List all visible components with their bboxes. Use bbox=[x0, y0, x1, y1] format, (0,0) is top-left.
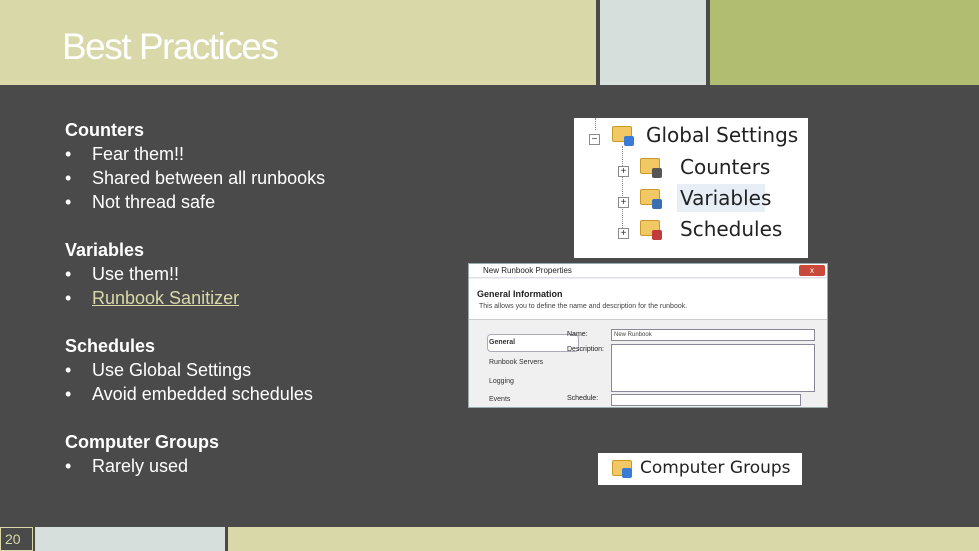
list-item: • Use them!! bbox=[65, 264, 180, 284]
dialog-nav: General Runbook Servers Logging Events bbox=[483, 328, 579, 407]
checkmark-icon bbox=[624, 136, 634, 146]
list-item: • Runbook Sanitizer bbox=[65, 288, 240, 308]
dialog-title-bar: New Runbook Properties bbox=[469, 264, 827, 278]
computer-groups-section: Computer Groups • Rarely used bbox=[65, 430, 219, 478]
expand-toggle[interactable]: + bbox=[618, 166, 629, 177]
section-heading: Counters bbox=[65, 120, 145, 140]
dialog-header-description: This allows you to define the name and d… bbox=[479, 303, 688, 310]
nav-item-general[interactable]: General bbox=[489, 339, 515, 346]
runbook-sanitizer-link[interactable]: Runbook Sanitizer bbox=[92, 288, 239, 308]
list-item: • Fear them!! bbox=[65, 144, 185, 164]
header-band-right bbox=[710, 0, 979, 85]
slide-title: Best Practices bbox=[62, 26, 279, 67]
name-label: Name: bbox=[567, 331, 588, 338]
header-band-middle bbox=[600, 0, 706, 85]
schedule-input[interactable] bbox=[611, 394, 801, 406]
nav-item-logging[interactable]: Logging bbox=[489, 378, 514, 385]
tree-line bbox=[622, 146, 623, 238]
variable-badge-icon bbox=[652, 199, 662, 209]
list-item: • Use Global Settings bbox=[65, 360, 252, 380]
dialog-header-title: General Information bbox=[477, 289, 563, 299]
variables-section: Variables • Use them!! • Runbook Sanitizer bbox=[65, 238, 239, 310]
runbook-properties-dialog: New Runbook Properties x General Informa… bbox=[468, 263, 828, 408]
schedule-label: Schedule: bbox=[567, 395, 599, 402]
description-label: Description: bbox=[567, 346, 604, 353]
counters-section: Counters • Fear them!! • Shared between al… bbox=[65, 118, 325, 214]
list-item: • Not thread safe bbox=[65, 192, 216, 212]
tree-node-schedules[interactable]: Schedules bbox=[680, 217, 782, 241]
dialog-title: New Runbook Properties bbox=[483, 266, 572, 275]
name-input[interactable]: New Runbook bbox=[611, 329, 815, 341]
section-heading: Variables bbox=[65, 240, 145, 260]
section-heading: Schedules bbox=[65, 336, 156, 356]
computer-groups-label[interactable]: Computer Groups bbox=[640, 458, 791, 478]
page-number: 20 bbox=[0, 527, 33, 551]
tree-line bbox=[595, 118, 596, 130]
nav-item-events[interactable]: Events bbox=[489, 396, 510, 403]
calendar-badge-icon bbox=[652, 230, 662, 240]
list-item: • Rarely used bbox=[65, 456, 189, 476]
tree-node-global-settings[interactable]: Global Settings bbox=[646, 123, 798, 147]
counter-badge-icon bbox=[652, 168, 662, 178]
global-settings-tree: − Global Settings + Counters + Variables… bbox=[574, 118, 808, 258]
dialog-header: General Information This allows you to d… bbox=[469, 279, 827, 320]
tree-node-variables[interactable]: Variables bbox=[680, 186, 771, 210]
footer-band-middle bbox=[35, 527, 225, 551]
collapse-toggle[interactable]: − bbox=[589, 134, 600, 145]
expand-toggle[interactable]: + bbox=[618, 228, 629, 239]
footer-band-right bbox=[228, 527, 979, 551]
close-button[interactable]: x bbox=[799, 265, 825, 276]
list-item: • Shared between all runbooks bbox=[65, 168, 326, 188]
description-textarea[interactable] bbox=[611, 344, 815, 392]
computer-groups-node: Computer Groups bbox=[598, 453, 802, 485]
schedules-section: Schedules • Use Global Settings • Avoid em… bbox=[65, 334, 313, 406]
list-item: • Avoid embedded schedules bbox=[65, 384, 313, 404]
expand-toggle[interactable]: + bbox=[618, 197, 629, 208]
section-heading: Computer Groups bbox=[65, 432, 220, 452]
tree-node-counters[interactable]: Counters bbox=[680, 155, 770, 179]
nav-item-runbook-servers[interactable]: Runbook Servers bbox=[489, 359, 543, 366]
computer-badge-icon bbox=[622, 468, 632, 478]
